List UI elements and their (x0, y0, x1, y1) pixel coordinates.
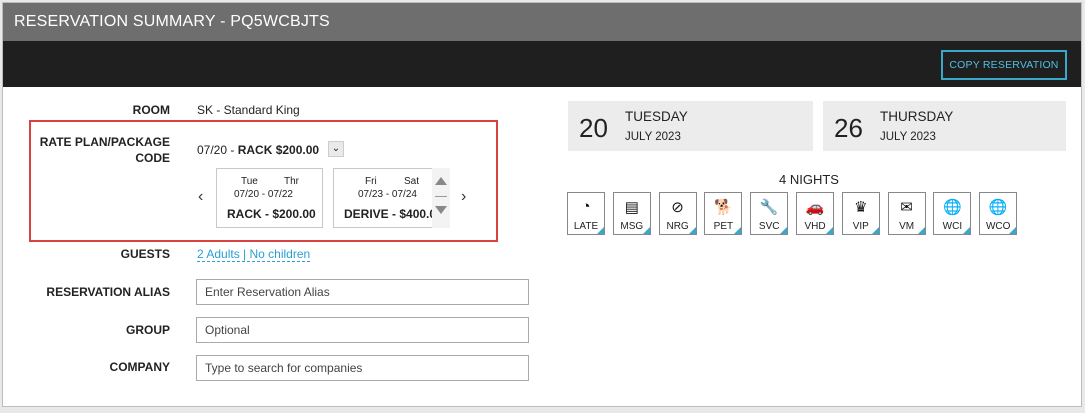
rate-cards-scrollbar[interactable] (432, 168, 450, 228)
reservation-alias-label: RESERVATION ALIAS (46, 285, 170, 299)
departure-weekday: THURSDAY (880, 109, 954, 124)
service-tile-vip[interactable]: ♛ VIP (841, 192, 880, 235)
car-icon: 🚗 (805, 199, 825, 216)
rate-card-day-from: Fri (365, 176, 377, 187)
service-tile-vm[interactable]: ✉ VM (887, 192, 926, 235)
rate-plan-dropdown-button[interactable]: ⌄ (328, 141, 344, 157)
arrival-day: 20 (579, 113, 608, 143)
globe-out-icon: 🌐 (988, 199, 1008, 216)
service-corner-marker (1009, 227, 1017, 234)
window-title: RESERVATION SUMMARY - PQ5WCBJTS (3, 3, 1081, 41)
service-corner-marker (780, 227, 788, 234)
rate-card-date-from: 07/23 (358, 189, 384, 200)
rate-card-price: DERIVE - $400.00 (344, 207, 432, 221)
service-corner-marker (871, 227, 879, 234)
service-tile-wco[interactable]: 🌐 WCO (979, 192, 1018, 235)
service-tile-wci[interactable]: 🌐 WCI (933, 192, 972, 235)
rate-card-price: RACK - $200.00 (227, 207, 316, 221)
room-value: SK - Standard King (197, 103, 300, 117)
rate-card[interactable]: Tue Thr 07/20 - 07/22 RACK - $200.00 (216, 168, 323, 228)
wrench-icon: 🔧 (759, 199, 779, 216)
rate-prev-arrow-icon[interactable]: ‹ (198, 188, 203, 206)
copy-reservation-button[interactable]: COPY RESERVATION (941, 50, 1067, 80)
service-corner-marker (642, 227, 650, 234)
guests-label: GUESTS (120, 247, 170, 261)
toolbar: COPY RESERVATION (3, 41, 1081, 87)
nights-count: 4 NIGHTS (779, 172, 839, 187)
rate-card-date-to: 07/24 (391, 189, 417, 200)
rate-plan-label-line1: RATE PLAN/PACKAGE (39, 135, 170, 149)
clock-icon: ◔ (581, 198, 591, 215)
group-label: GROUP (125, 323, 170, 337)
reservation-alias-input[interactable] (196, 279, 529, 305)
crown-icon: ♛ (854, 199, 868, 216)
guests-link[interactable]: 2 Adults | No children (197, 247, 311, 262)
service-corner-marker (917, 227, 925, 234)
service-tile-svc[interactable]: 🔧 SVC (750, 192, 789, 235)
rate-plan-selected-date: 07/20 (197, 143, 228, 157)
arrival-month: JULY 2023 (625, 131, 681, 143)
company-search-input[interactable] (196, 355, 529, 381)
service-tile-late[interactable]: ◔ LATE (567, 192, 605, 235)
scroll-down-icon[interactable] (435, 206, 447, 214)
service-corner-marker (688, 227, 696, 234)
voicemail-icon: ✉ (900, 199, 913, 216)
rate-card-day-from: Tue (241, 176, 258, 187)
rate-plan-select[interactable]: 07/20 - RACK $200.00 (197, 143, 319, 157)
globe-in-icon: 🌐 (943, 199, 962, 216)
rate-card-day-to: Sat (404, 176, 420, 187)
company-label: COMPANY (109, 360, 170, 374)
scroll-up-icon[interactable] (435, 177, 447, 185)
service-corner-marker (826, 227, 833, 234)
rate-card-day-to: Thr (284, 176, 299, 187)
service-corner-marker (963, 227, 971, 234)
rate-card-date-to: 07/22 (267, 189, 293, 200)
rate-plan-selected-rate: RACK $200.00 (237, 143, 320, 157)
service-corner-marker (597, 227, 604, 234)
rate-plan-label-line2: CODE (135, 151, 170, 165)
arrival-weekday: TUESDAY (625, 109, 688, 124)
scroll-thumb[interactable] (435, 196, 447, 197)
dog-icon: 🐕 (714, 199, 733, 216)
service-tile-pet[interactable]: 🐕 PET (704, 192, 743, 235)
room-label: ROOM (132, 103, 170, 117)
service-tile-vhd[interactable]: 🚗 VHD (796, 192, 834, 235)
rate-card[interactable]: Fri Sat 07/23 - 07/24 DERIVE - $400.00 (333, 168, 432, 228)
service-corner-marker (734, 227, 742, 234)
arrival-date-box: 20 TUESDAY JULY 2023 (568, 101, 813, 151)
rate-next-arrow-icon[interactable]: › (461, 188, 466, 206)
departure-day: 26 (834, 113, 863, 143)
departure-date-box: 26 THURSDAY JULY 2023 (823, 101, 1066, 151)
service-tile-nrg[interactable]: ⊘ NRG (658, 192, 697, 235)
service-tile-msg[interactable]: ▤ MSG (612, 192, 651, 235)
group-input[interactable] (196, 317, 529, 343)
document-icon: ▤ (624, 199, 639, 216)
chevron-down-icon: ⌄ (331, 143, 341, 154)
rate-card-date-from: 07/20 (234, 189, 260, 200)
person-blocked-icon: ⊘ (671, 199, 684, 216)
departure-month: JULY 2023 (880, 131, 936, 143)
